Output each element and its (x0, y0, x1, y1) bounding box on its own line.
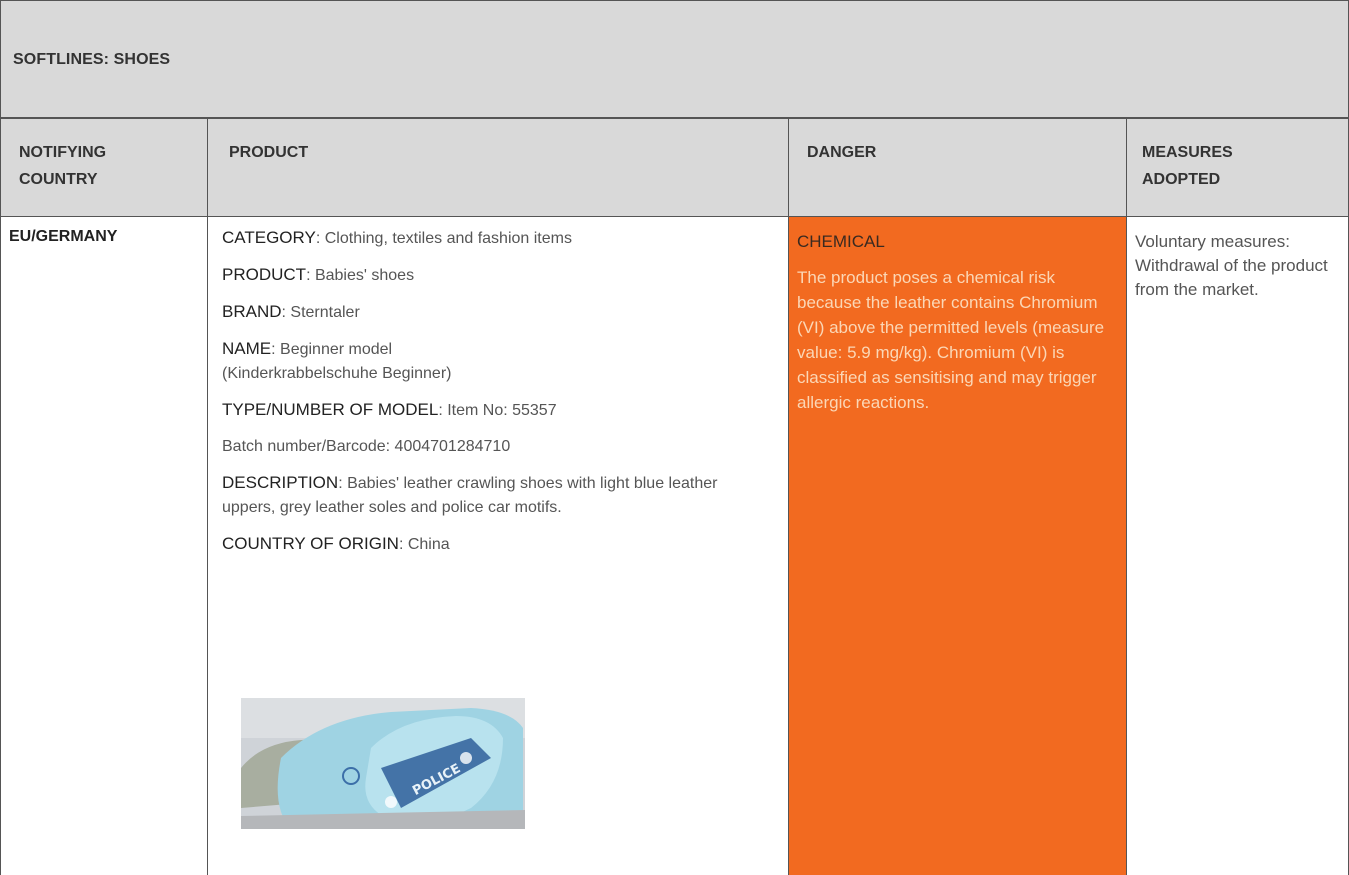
column-header-measures-line2: ADOPTED (1142, 171, 1221, 188)
product-name-key: NAME (222, 339, 272, 358)
product-cell: CATEGORY: Clothing, textiles and fashion… (222, 217, 782, 569)
column-header-product-label: PRODUCT (229, 144, 309, 161)
danger-description: The product poses a chemical risk becaus… (797, 268, 1105, 412)
product-category: CATEGORY: Clothing, textiles and fashion… (222, 226, 782, 251)
section-title: SOFTLINES: SHOES (13, 51, 171, 68)
column-header-danger-label: DANGER (807, 144, 877, 161)
header-divider (0, 117, 1349, 118)
column-divider-3 (1126, 118, 1127, 875)
product-brand: BRAND: Sterntaler (222, 300, 782, 325)
column-header-country-line2: COUNTRY (19, 171, 98, 188)
product-category-value: : Clothing, textiles and fashion items (315, 230, 572, 247)
product-category-key: CATEGORY (222, 228, 316, 247)
danger-cell: CHEMICAL The product poses a chemical ri… (797, 217, 1122, 415)
notifying-country-cell: EU/GERMANY (9, 217, 204, 246)
column-header-danger: DANGER (807, 119, 1107, 218)
product-description: DESCRIPTION: Babies' leather crawling sh… (222, 471, 757, 520)
column-divider-1 (207, 118, 208, 875)
notifying-country-value: EU/GERMANY (9, 228, 118, 245)
column-header-measures-line1: MEASURES (1142, 144, 1233, 161)
product-model-key: TYPE/NUMBER OF MODEL (222, 400, 439, 419)
column-header-row: NOTIFYING COUNTRY PRODUCT DANGER MEASURE… (0, 118, 1349, 217)
baby-shoe-image: POLICE (241, 698, 525, 829)
safety-alert-table: SOFTLINES: SHOES NOTIFYING COUNTRY PRODU… (0, 0, 1349, 875)
product-brand-key: BRAND (222, 302, 282, 321)
product-origin-key: COUNTRY OF ORIGIN (222, 534, 399, 553)
table-left-border (0, 0, 1, 875)
product-name: NAME: Beginner model (Kinderkrabbelschuh… (222, 337, 542, 386)
column-header-notifying-country: NOTIFYING COUNTRY (19, 119, 199, 218)
product-description-key: DESCRIPTION (222, 473, 339, 492)
product-type-key: PRODUCT (222, 265, 307, 284)
product-origin: COUNTRY OF ORIGIN: China (222, 532, 782, 557)
column-header-country-line1: NOTIFYING (19, 144, 107, 161)
product-brand-value: : Sterntaler (281, 304, 360, 321)
column-header-measures-adopted: MEASURES ADOPTED (1142, 119, 1342, 218)
product-origin-value: : China (398, 536, 450, 553)
product-batch: Batch number/Barcode: 4004701284710 (222, 438, 511, 455)
section-header: SOFTLINES: SHOES (0, 0, 1349, 118)
measures-adopted-text: Voluntary measures: Withdrawal of the pr… (1135, 232, 1328, 299)
product-photo: POLICE (241, 698, 525, 829)
product-type-value: : Babies' shoes (306, 267, 415, 284)
measures-cell: Voluntary measures: Withdrawal of the pr… (1135, 217, 1340, 302)
product-type: PRODUCT: Babies' shoes (222, 263, 782, 288)
column-divider-2 (788, 118, 789, 875)
product-model-value: : Item No: 55357 (438, 402, 557, 419)
column-header-product: PRODUCT (229, 119, 789, 218)
product-model: TYPE/NUMBER OF MODEL: Item No: 55357 (222, 398, 782, 423)
danger-title: CHEMICAL (797, 232, 885, 251)
